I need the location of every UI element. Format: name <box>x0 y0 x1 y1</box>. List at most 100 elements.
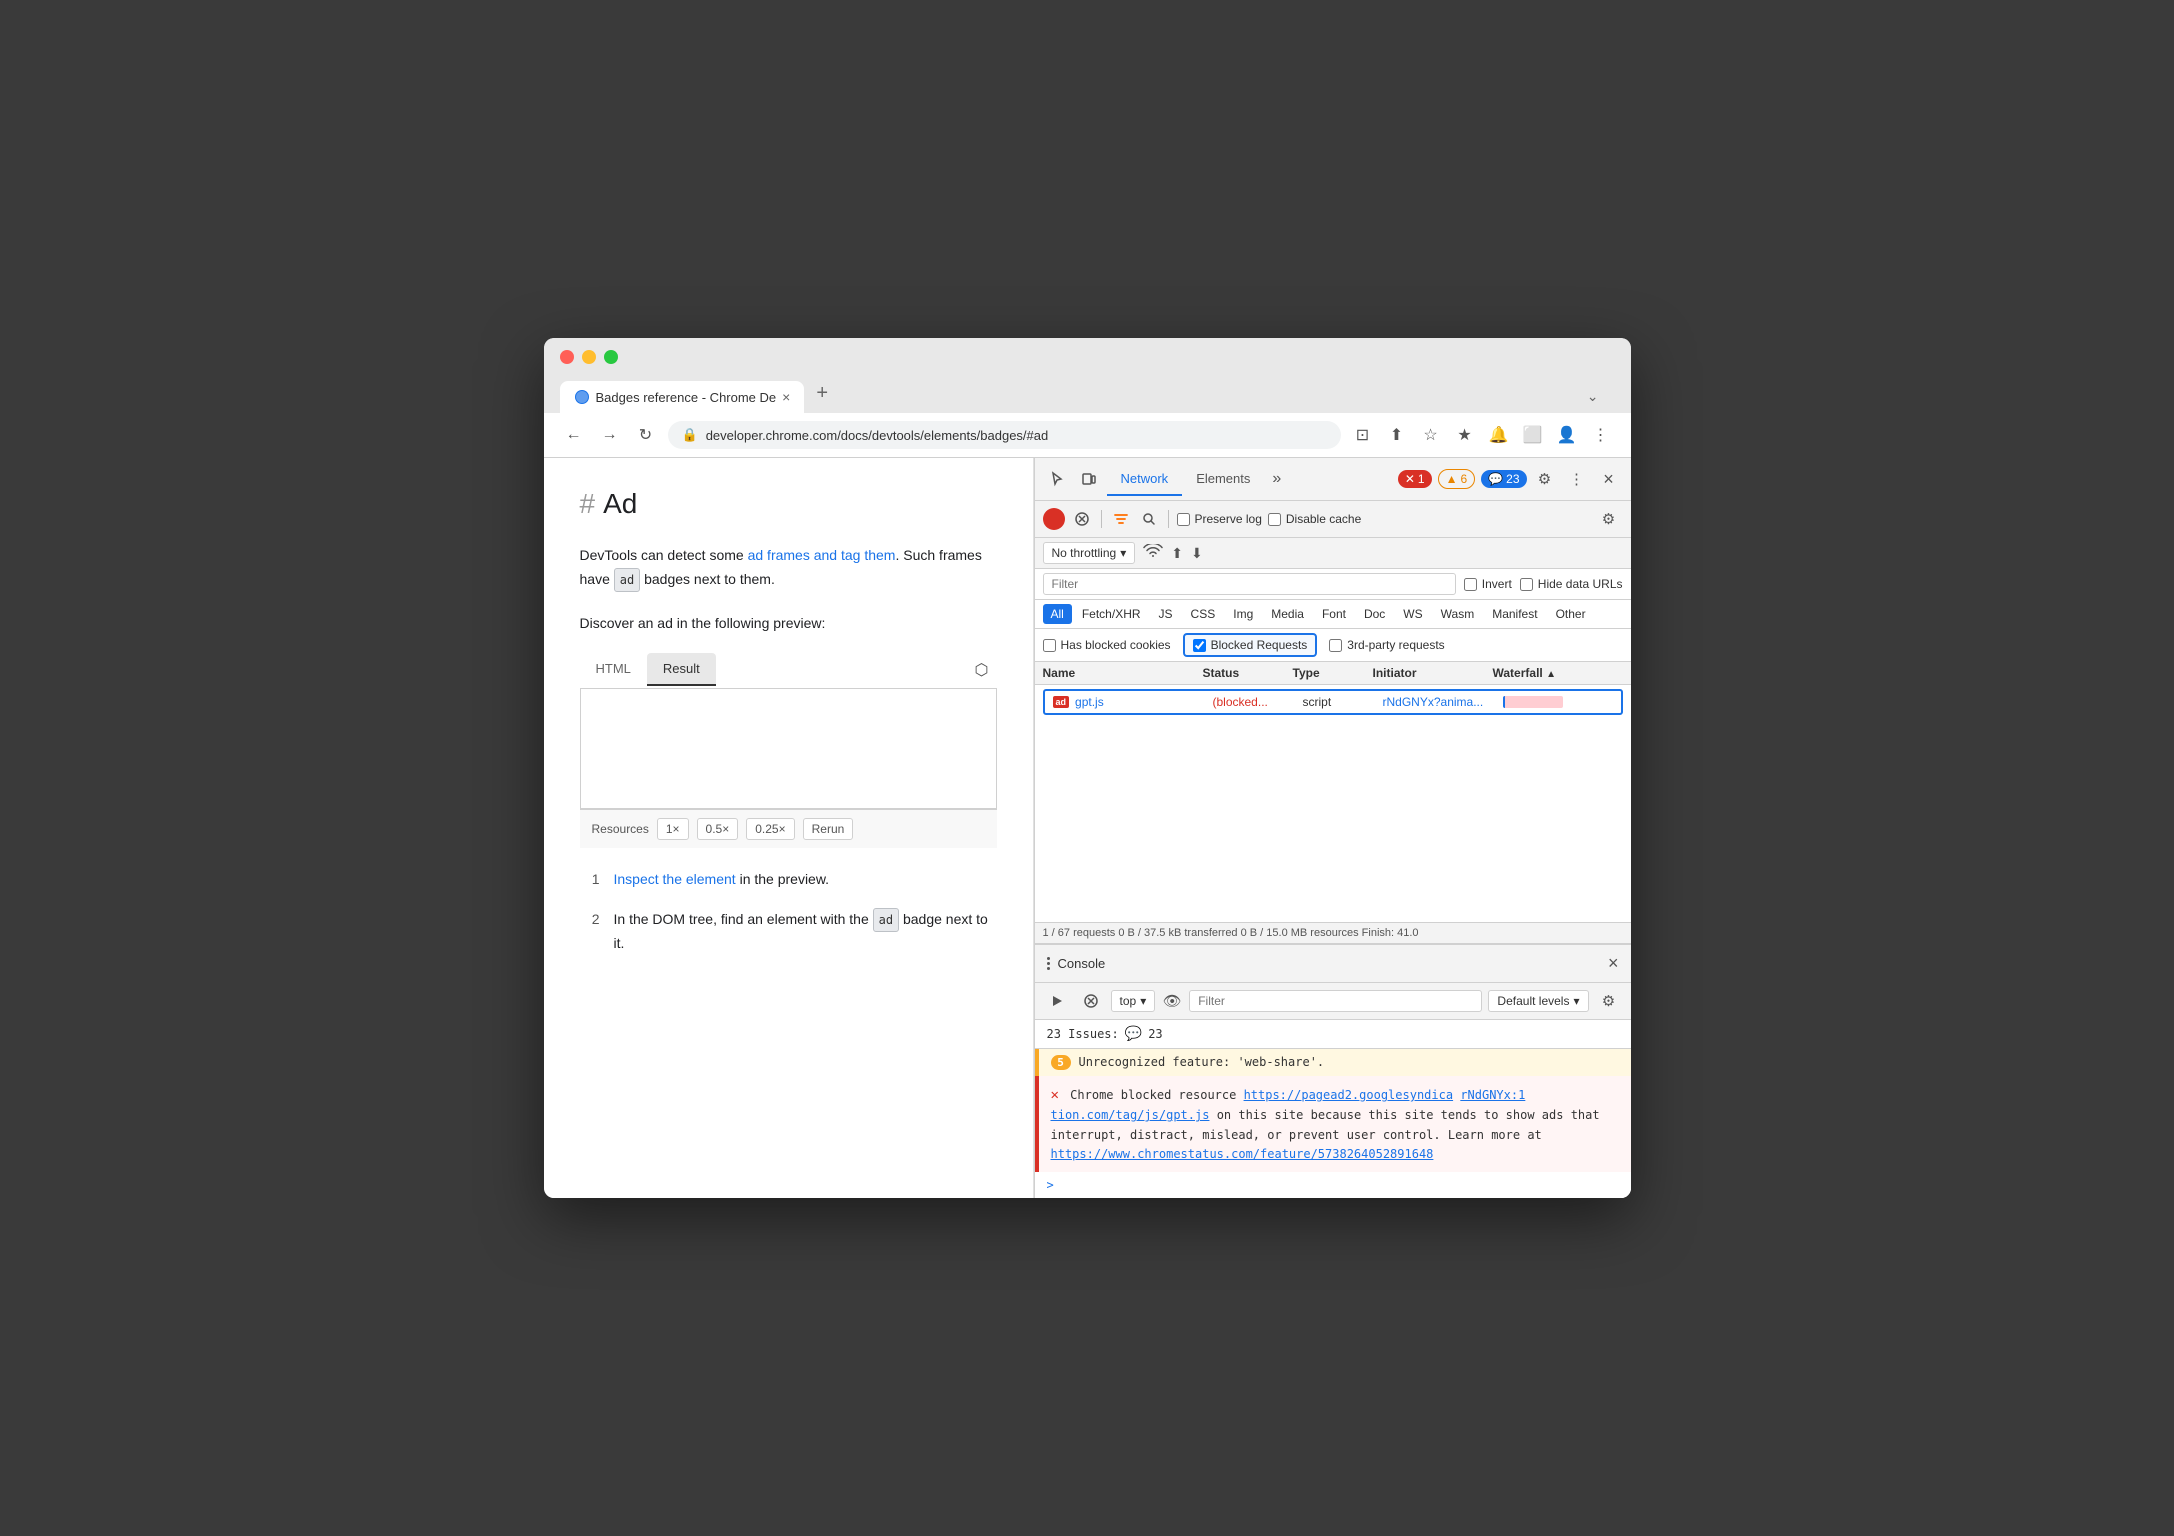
disable-cache-checkbox[interactable]: Disable cache <box>1268 512 1361 526</box>
ad-frames-link[interactable]: ad frames and tag them <box>748 547 896 563</box>
back-button[interactable]: ← <box>560 421 588 449</box>
para1-end: badges next to them. <box>640 571 775 587</box>
rerun-button[interactable]: Rerun <box>803 818 854 840</box>
forward-button[interactable]: → <box>596 421 624 449</box>
console-close-button[interactable]: × <box>1608 953 1619 974</box>
element-cursor-icon[interactable] <box>1043 465 1071 493</box>
device-toggle-icon[interactable] <box>1075 465 1103 493</box>
filter-input[interactable] <box>1043 573 1456 595</box>
devtools-close-button[interactable]: × <box>1595 465 1623 493</box>
table-row[interactable]: ad gpt.js (blocked... script rNdGNYx?ani… <box>1043 689 1623 715</box>
error-link-gpt[interactable]: tion.com/tag/js/gpt.js <box>1051 1108 1210 1122</box>
console-settings-icon[interactable]: ⚙ <box>1595 987 1623 1015</box>
upload-throttle-icon[interactable]: ⬆ <box>1171 545 1183 562</box>
row-type: script <box>1303 695 1383 709</box>
close-traffic-light[interactable] <box>560 350 574 364</box>
dt-tabs-more[interactable]: » <box>1264 462 1289 496</box>
console-run-icon[interactable] <box>1043 987 1071 1015</box>
preserve-log-checkbox[interactable]: Preserve log <box>1177 512 1262 526</box>
hide-data-urls-checkbox[interactable]: Hide data URLs <box>1520 577 1623 591</box>
hide-data-urls-input[interactable] <box>1520 578 1533 591</box>
type-btn-doc[interactable]: Doc <box>1356 604 1393 624</box>
console-filter-input[interactable] <box>1189 990 1482 1012</box>
notifications-icon[interactable]: 🔔 <box>1485 421 1513 449</box>
has-blocked-cookies-input[interactable] <box>1043 639 1056 652</box>
type-btn-ws[interactable]: WS <box>1395 604 1430 624</box>
console-clear-icon[interactable] <box>1077 987 1105 1015</box>
share-icon[interactable]: ⬆ <box>1383 421 1411 449</box>
row-initiator: rNdGNYx?anima... <box>1383 695 1503 709</box>
cast-icon[interactable]: ⊡ <box>1349 421 1377 449</box>
blocked-requests-input[interactable] <box>1193 639 1206 652</box>
network-settings-icon[interactable]: ⚙ <box>1595 505 1623 533</box>
tab-list-more[interactable]: ⌄ <box>1579 380 1607 413</box>
scale-1x-button[interactable]: 1× <box>657 818 689 840</box>
type-btn-wasm[interactable]: Wasm <box>1433 604 1483 624</box>
inspect-element-link[interactable]: Inspect the element <box>614 871 736 887</box>
waterfall-bar <box>1503 696 1563 708</box>
record-button[interactable] <box>1043 508 1065 530</box>
console-prompt[interactable]: > <box>1035 1172 1631 1198</box>
browser-tab-active[interactable]: Badges reference - Chrome De × <box>560 381 805 413</box>
type-btn-font[interactable]: Font <box>1314 604 1354 624</box>
error-learn-more-link[interactable]: https://www.chromestatus.com/feature/573… <box>1051 1147 1434 1161</box>
console-section: Console × top ▾ 👁 <box>1035 943 1631 1198</box>
type-btn-other[interactable]: Other <box>1548 604 1594 624</box>
network-table: Name Status Type Initiator Waterfall ▲ a… <box>1035 662 1631 922</box>
third-party-input[interactable] <box>1329 639 1342 652</box>
preserve-log-label: Preserve log <box>1195 512 1262 526</box>
console-context-select[interactable]: top ▾ <box>1111 990 1156 1012</box>
paragraph-1: DevTools can detect some ad frames and t… <box>580 544 997 592</box>
split-icon[interactable]: ⬜ <box>1519 421 1547 449</box>
tab-close-button[interactable]: × <box>782 389 790 405</box>
disable-cache-input[interactable] <box>1268 513 1281 526</box>
lock-icon: 🔒 <box>682 427 698 443</box>
extension-icon[interactable]: ★ <box>1451 421 1479 449</box>
chrome-menu-icon[interactable]: ⋮ <box>1587 421 1615 449</box>
warning-text: Unrecognized feature: 'web-share'. <box>1079 1055 1325 1069</box>
bookmark-icon[interactable]: ☆ <box>1417 421 1445 449</box>
throttle-select[interactable]: No throttling ▾ <box>1043 542 1136 564</box>
url-bar[interactable]: 🔒 developer.chrome.com/docs/devtools/ele… <box>668 421 1341 449</box>
maximize-traffic-light[interactable] <box>604 350 618 364</box>
type-btn-media[interactable]: Media <box>1263 604 1312 624</box>
preserve-log-input[interactable] <box>1177 513 1190 526</box>
invert-checkbox[interactable]: Invert <box>1464 577 1512 591</box>
preview-tab-icon[interactable]: ⬡ <box>967 652 997 688</box>
reload-button[interactable]: ↻ <box>632 421 660 449</box>
type-btn-fetch-xhr[interactable]: Fetch/XHR <box>1074 604 1149 624</box>
devtools-settings-icon[interactable]: ⚙ <box>1531 465 1559 493</box>
context-chevron: ▾ <box>1140 994 1146 1008</box>
error-count: 1 <box>1418 472 1425 486</box>
new-tab-button[interactable]: + <box>804 374 840 413</box>
minimize-traffic-light[interactable] <box>582 350 596 364</box>
invert-input[interactable] <box>1464 578 1477 591</box>
type-btn-manifest[interactable]: Manifest <box>1484 604 1545 624</box>
console-issues-banner: 23 Issues: 💬 23 <box>1035 1020 1631 1049</box>
filter-button[interactable] <box>1110 508 1132 530</box>
dt-tab-network[interactable]: Network <box>1107 463 1183 496</box>
type-btn-css[interactable]: CSS <box>1183 604 1224 624</box>
tab-html[interactable]: HTML <box>580 653 647 686</box>
page-title: Ad <box>603 488 637 520</box>
download-throttle-icon[interactable]: ⬇ <box>1191 545 1203 562</box>
search-button[interactable] <box>1138 508 1160 530</box>
scale-025x-button[interactable]: 0.25× <box>746 818 794 840</box>
type-btn-js[interactable]: JS <box>1151 604 1181 624</box>
console-eye-icon[interactable]: 👁 <box>1161 990 1183 1012</box>
tab-result[interactable]: Result <box>647 653 716 686</box>
console-drag-handle[interactable] <box>1047 957 1050 970</box>
type-btn-img[interactable]: Img <box>1225 604 1261 624</box>
clear-button[interactable] <box>1071 508 1093 530</box>
has-blocked-cookies-checkbox[interactable]: Has blocked cookies <box>1043 638 1171 652</box>
profile-icon[interactable]: 👤 <box>1553 421 1581 449</box>
scale-05x-button[interactable]: 0.5× <box>697 818 739 840</box>
error-link-1[interactable]: https://pagead2.googlesyndica <box>1244 1088 1454 1102</box>
devtools-menu-icon[interactable]: ⋮ <box>1563 465 1591 493</box>
console-levels-select[interactable]: Default levels ▾ <box>1488 990 1588 1012</box>
third-party-checkbox[interactable]: 3rd-party requests <box>1329 638 1444 652</box>
step-1-num: 1 <box>580 868 600 892</box>
dt-tab-elements[interactable]: Elements <box>1182 463 1264 496</box>
type-btn-all[interactable]: All <box>1043 604 1072 624</box>
step-2-content: In the DOM tree, find an element with th… <box>614 908 997 956</box>
